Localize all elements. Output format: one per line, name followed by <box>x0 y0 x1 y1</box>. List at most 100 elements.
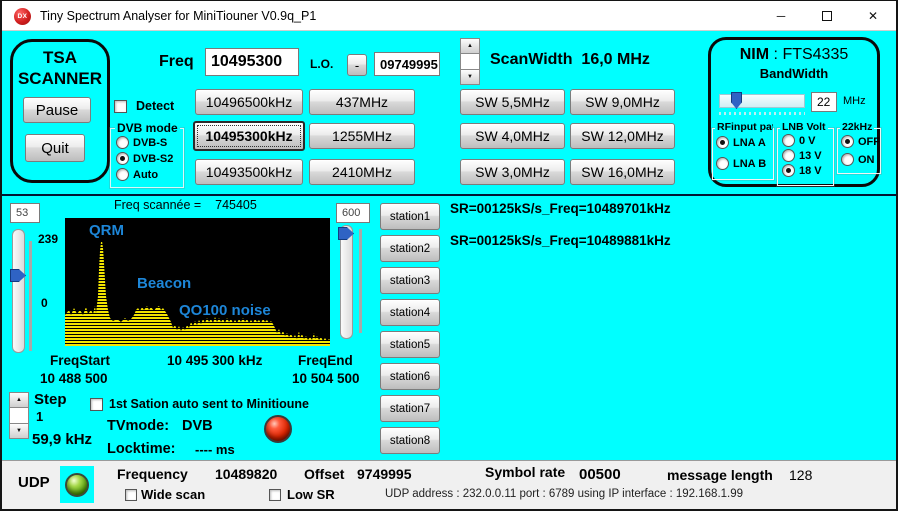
step-spinner-track <box>9 408 29 423</box>
scanwidth-label: ScanWidth <box>490 51 573 68</box>
wide-scan-row: Wide scan <box>125 487 205 502</box>
right-slider-track[interactable] <box>340 225 353 339</box>
offset-value: 9749995 <box>357 466 412 482</box>
right-slider-value[interactable]: 600 <box>336 203 370 223</box>
annotation-qrm: QRM <box>89 222 124 239</box>
lnb-0v-option[interactable]: 0 V <box>782 134 816 147</box>
bandwidth-input[interactable]: 22 <box>811 92 837 112</box>
udp-address-line: UDP address : 232.0.0.11 port : 6789 usi… <box>385 488 743 500</box>
close-button[interactable]: ✕ <box>850 1 896 31</box>
lna-a-option[interactable]: LNA A <box>716 136 766 149</box>
lnb-0v-radio[interactable] <box>782 134 795 147</box>
left-slider-value[interactable]: 53 <box>10 203 40 223</box>
freq-input[interactable]: 10495300 <box>205 48 299 76</box>
dvb-auto-option[interactable]: Auto <box>116 168 158 181</box>
freq-preset-2-button[interactable]: 10495300kHz <box>193 121 305 151</box>
message-length-label: message length <box>667 467 773 483</box>
step-down-button[interactable]: ▼ <box>9 423 29 439</box>
sw-16-0-button[interactable]: SW 16,0MHz <box>570 159 675 185</box>
scanwidth-down-button[interactable]: ▼ <box>460 69 480 85</box>
dvb-auto-radio[interactable] <box>116 168 129 181</box>
minimize-button[interactable]: ─ <box>758 1 804 31</box>
mhz-1255-button[interactable]: 1255MHz <box>309 123 415 149</box>
detect-checkbox[interactable] <box>114 100 127 113</box>
lock-led-indicator <box>264 415 292 443</box>
mhz-437-button[interactable]: 437MHz <box>309 89 415 115</box>
sw-3-0-button[interactable]: SW 3,0MHz <box>460 159 565 185</box>
station8-button[interactable]: station8 <box>380 427 440 454</box>
station6-button[interactable]: station6 <box>380 363 440 390</box>
freq-scanned-line: Freq scannée = 745405 <box>114 198 257 212</box>
low-sr-checkbox[interactable] <box>269 489 281 501</box>
nim-model: FTS4335 <box>782 46 848 63</box>
wide-scan-checkbox[interactable] <box>125 489 137 501</box>
scanwidth-value: 16,0 MHz <box>581 51 649 68</box>
maximize-button[interactable] <box>804 1 850 31</box>
auto-send-label: 1st Sation auto sent to Minitioune <box>109 397 309 411</box>
lna-b-label: LNA B <box>733 158 766 170</box>
locktime-label: Locktime: <box>107 441 176 457</box>
nim-panel: NIM : FTS4335 BandWidth 22 MHz RFinput p… <box>708 37 880 187</box>
station5-button[interactable]: station5 <box>380 331 440 358</box>
tone-on-option[interactable]: ON <box>841 153 875 166</box>
station4-button[interactable]: station4 <box>380 299 440 326</box>
window-controls: ─ ✕ <box>758 1 896 31</box>
left-slider-track[interactable] <box>12 229 25 353</box>
quit-button[interactable]: Quit <box>25 134 85 162</box>
scale-max-label: 239 <box>38 232 58 246</box>
scale-min-label: 0 <box>41 296 48 310</box>
lnb-volt-caption: LNB Volt <box>780 121 828 133</box>
sw-4-0-button[interactable]: SW 4,0MHz <box>460 123 565 149</box>
udp-status-bar: UDP Frequency 10489820 Offset 9749995 Wi… <box>2 460 896 509</box>
close-icon: ✕ <box>868 9 878 23</box>
sw-12-0-button[interactable]: SW 12,0MHz <box>570 123 675 149</box>
step-spinner: ▲ ▼ <box>9 392 29 439</box>
dvb-s-radio[interactable] <box>116 136 129 149</box>
auto-send-row: 1st Sation auto sent to Minitioune <box>90 397 309 411</box>
scanwidth-up-button[interactable]: ▲ <box>460 38 480 54</box>
auto-send-checkbox[interactable] <box>90 398 103 411</box>
tone-off-radio[interactable] <box>841 135 854 148</box>
step-size: 59,9 kHz <box>32 431 92 448</box>
station7-button[interactable]: station7 <box>380 395 440 422</box>
tone-off-option[interactable]: OFF <box>841 135 880 148</box>
dvb-s2-radio[interactable] <box>116 152 129 165</box>
freq-start-label: FreqStart <box>50 353 110 368</box>
lnb-18v-option[interactable]: 18 V <box>782 164 822 177</box>
mhz-2410-button[interactable]: 2410MHz <box>309 159 415 185</box>
sw-9-0-button[interactable]: SW 9,0MHz <box>570 89 675 115</box>
right-slider-groove <box>359 229 362 333</box>
spectrum-polygon <box>65 241 330 346</box>
tone-on-radio[interactable] <box>841 153 854 166</box>
tone-off-label: OFF <box>858 136 880 148</box>
sw-5-5-button[interactable]: SW 5,5MHz <box>460 89 565 115</box>
annotation-noise: QO100 noise <box>179 302 271 319</box>
dvb-mode-group: DVB mode DVB-S DVB-S2 Auto <box>110 128 184 188</box>
freq-preset-1-button[interactable]: 10496500kHz <box>195 89 303 115</box>
lo-minus-button[interactable]: - <box>347 54 367 76</box>
dvb-s2-label: DVB-S2 <box>133 153 173 165</box>
wide-scan-label: Wide scan <box>141 487 205 502</box>
lnb-0v-label: 0 V <box>799 135 816 147</box>
client-area: TSA SCANNER Pause Quit Freq 10495300 L.O… <box>2 31 896 463</box>
spectrum-display: QRM Beacon QO100 noise <box>65 218 330 346</box>
lna-b-radio[interactable] <box>716 157 729 170</box>
dvb-s-option[interactable]: DVB-S <box>116 136 167 149</box>
dvb-s2-option[interactable]: DVB-S2 <box>116 152 173 165</box>
tone-22khz-group: 22kHz OFF ON <box>837 128 881 174</box>
lnb-13v-radio[interactable] <box>782 149 795 162</box>
titlebar: DX Tiny Spectrum Analyser for MiniTioune… <box>2 1 896 31</box>
lnb-18v-radio[interactable] <box>782 164 795 177</box>
lo-input[interactable]: 09749995 <box>374 52 440 76</box>
lnb-13v-option[interactable]: 13 V <box>782 149 822 162</box>
freq-end-label: FreqEnd <box>298 353 353 368</box>
step-up-button[interactable]: ▲ <box>9 392 29 408</box>
lna-b-option[interactable]: LNA B <box>716 157 766 170</box>
pause-button[interactable]: Pause <box>23 97 91 123</box>
lna-a-radio[interactable] <box>716 136 729 149</box>
station2-button[interactable]: station2 <box>380 235 440 262</box>
freq-preset-3-button[interactable]: 10493500kHz <box>195 159 303 185</box>
station3-button[interactable]: station3 <box>380 267 440 294</box>
scanwidth-spinner-track <box>460 54 480 69</box>
station1-button[interactable]: station1 <box>380 203 440 230</box>
